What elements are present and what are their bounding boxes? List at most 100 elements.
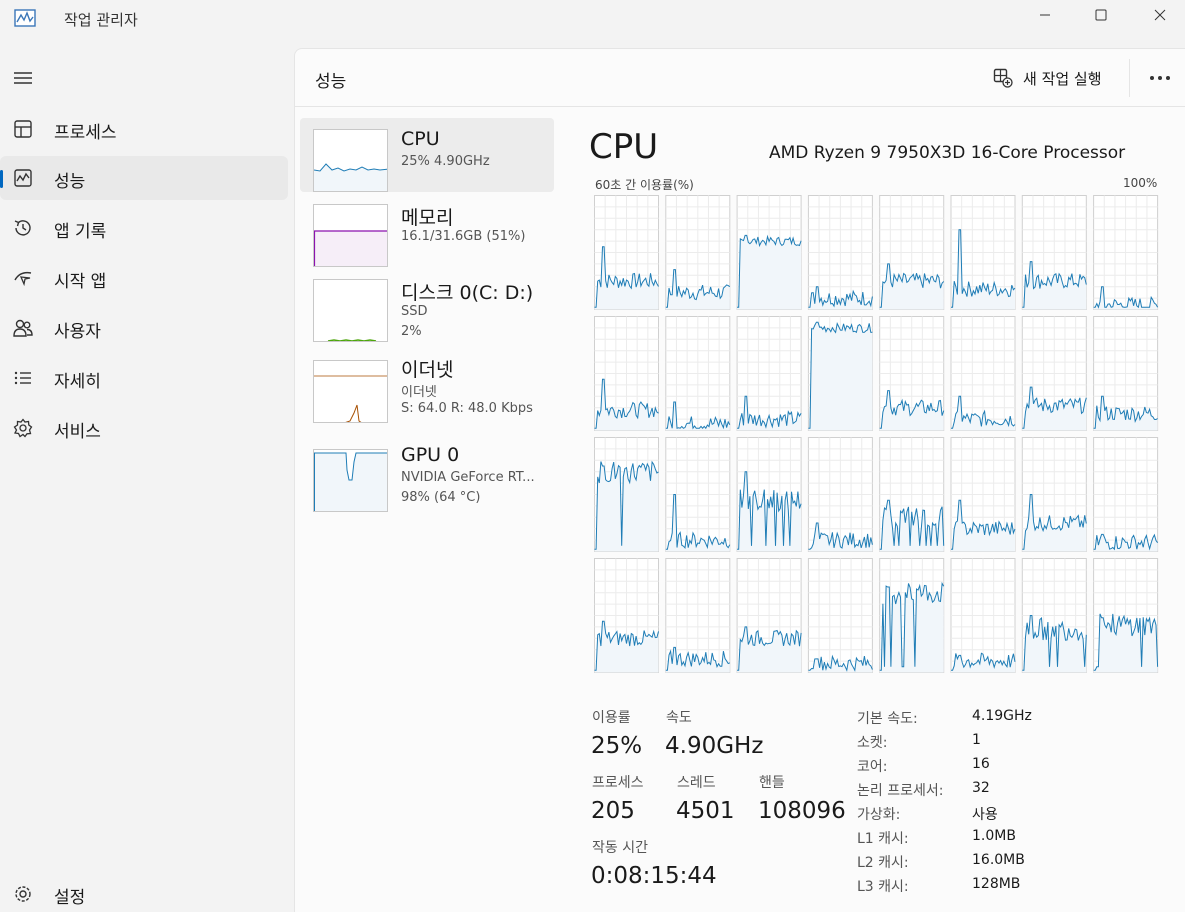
utilization-value: 25% <box>591 733 643 759</box>
resource-name: GPU 0 <box>401 444 460 466</box>
close-icon <box>1154 9 1166 21</box>
page-header: 성능 새 작업 실행 <box>295 49 1185 107</box>
spec-label: L2 캐시: <box>857 855 909 871</box>
core-graph <box>879 437 945 552</box>
uptime-label: 작동 시간 <box>592 840 648 856</box>
core-graph <box>736 437 802 552</box>
handles-label: 핸들 <box>759 775 785 791</box>
speed-value: 4.90GHz <box>665 733 764 759</box>
spec-label: L3 캐시: <box>857 879 909 895</box>
core-graph <box>950 195 1016 310</box>
sidebar-item-services[interactable]: 서비스 <box>0 406 288 450</box>
graph-max-label: 100% <box>1123 176 1158 190</box>
minimize-icon <box>1040 14 1050 16</box>
logical-processor-graphs <box>594 195 1159 673</box>
resource-gpu[interactable]: GPU 0 NVIDIA GeForce RT... 98% (64 °C) <box>300 444 554 518</box>
core-graph <box>1093 316 1159 431</box>
main-panel: 성능 새 작업 실행 CPU 25% 4.90GHz 메모리 16.1/31.6… <box>294 48 1185 912</box>
threads-value: 4501 <box>676 798 735 824</box>
sidebar-item-performance[interactable]: 성능 <box>0 156 288 200</box>
core-graph <box>807 437 873 552</box>
sidebar-item-label: 자세히 <box>54 372 101 392</box>
core-graph <box>879 558 945 673</box>
more-icon <box>1150 76 1170 80</box>
spec-label: 코어: <box>857 759 888 775</box>
resource-detail: 16.1/31.6GB (51%) <box>401 229 526 244</box>
core-graph <box>807 316 873 431</box>
processes-label: 프로세스 <box>592 775 644 791</box>
core-graph <box>1093 437 1159 552</box>
run-new-task-label: 새 작업 실행 <box>1023 69 1102 88</box>
ethernet-thumbnail <box>313 360 388 423</box>
sidebar-item-users[interactable]: 사용자 <box>0 306 288 350</box>
core-graph <box>879 316 945 431</box>
speed-label: 속도 <box>666 710 692 726</box>
spec-value: 1 <box>972 732 981 748</box>
core-graph <box>1021 437 1087 552</box>
resource-detail: 98% (64 °C) <box>401 490 481 505</box>
performance-icon <box>14 169 32 187</box>
core-graph <box>1093 558 1159 673</box>
cpu-thumbnail <box>313 129 388 192</box>
more-options-button[interactable] <box>1147 65 1173 91</box>
app-history-icon <box>14 220 31 236</box>
core-graph <box>950 558 1016 673</box>
sidebar-item-app-history[interactable]: 앱 기록 <box>0 206 288 250</box>
core-graph <box>807 195 873 310</box>
sidebar-item-label: 설정 <box>54 888 86 908</box>
spec-label: 기본 속도: <box>857 711 918 727</box>
utilization-label: 이용률 <box>592 710 631 726</box>
uptime-value: 0:08:15:44 <box>591 863 717 889</box>
active-indicator <box>0 170 3 188</box>
core-graph <box>807 558 873 673</box>
resource-name: 이더넷 <box>401 359 454 381</box>
core-graph <box>736 558 802 673</box>
processes-icon <box>14 120 32 138</box>
sidebar-item-label: 사용자 <box>54 322 101 342</box>
core-graph <box>1021 316 1087 431</box>
resource-ethernet[interactable]: 이더넷 이더넷 S: 64.0 R: 48.0 Kbps <box>300 355 554 429</box>
core-usage-area <box>737 235 802 310</box>
spec-label: 논리 프로세서: <box>857 783 944 799</box>
handles-value: 108096 <box>758 798 846 824</box>
core-graph <box>950 437 1016 552</box>
menu-button[interactable] <box>12 68 34 88</box>
sidebar-item-settings[interactable]: 설정 <box>0 872 288 912</box>
resource-disk[interactable]: 디스크 0(C: D:) SSD 2% <box>300 268 554 342</box>
hamburger-icon <box>14 72 32 84</box>
sidebar-item-details[interactable]: 자세히 <box>0 356 288 400</box>
sidebar-item-label: 성능 <box>54 172 86 192</box>
settings-icon <box>15 886 31 902</box>
header-divider <box>1129 59 1130 97</box>
maximize-button[interactable] <box>1078 0 1124 30</box>
resource-memory[interactable]: 메모리 16.1/31.6GB (51%) <box>300 193 554 267</box>
maximize-icon <box>1095 9 1107 21</box>
resource-detail: S: 64.0 R: 48.0 Kbps <box>401 401 533 416</box>
new-task-icon <box>993 68 1013 88</box>
run-new-task-button[interactable]: 새 작업 실행 <box>993 65 1102 91</box>
core-graph <box>1021 195 1087 310</box>
resource-name: 디스크 0(C: D:) <box>401 282 534 304</box>
core-graph <box>1093 195 1159 310</box>
core-graph <box>594 195 659 310</box>
spec-value: 32 <box>972 780 990 796</box>
core-graph <box>665 437 731 552</box>
core-graph <box>1021 558 1087 673</box>
resource-cpu[interactable]: CPU 25% 4.90GHz <box>300 118 554 192</box>
spec-label: 소켓: <box>857 735 888 751</box>
resource-detail: 이더넷 <box>401 385 437 400</box>
sidebar-item-processes[interactable]: 프로세스 <box>0 107 288 151</box>
sidebar-item-startup-apps[interactable]: 시작 앱 <box>0 256 288 300</box>
core-graph <box>594 437 659 552</box>
minimize-button[interactable] <box>1022 0 1068 30</box>
gpu-thumbnail <box>313 449 388 512</box>
close-button[interactable] <box>1137 0 1183 30</box>
disk-thumbnail <box>313 279 388 342</box>
cpu-heading: CPU <box>589 127 659 167</box>
resource-detail: 2% <box>401 324 422 339</box>
title-bar: 작업 관리자 <box>0 0 1185 40</box>
core-graph <box>879 195 945 310</box>
resource-detail: SSD <box>401 304 428 319</box>
users-icon <box>13 319 33 337</box>
core-graph <box>594 558 659 673</box>
